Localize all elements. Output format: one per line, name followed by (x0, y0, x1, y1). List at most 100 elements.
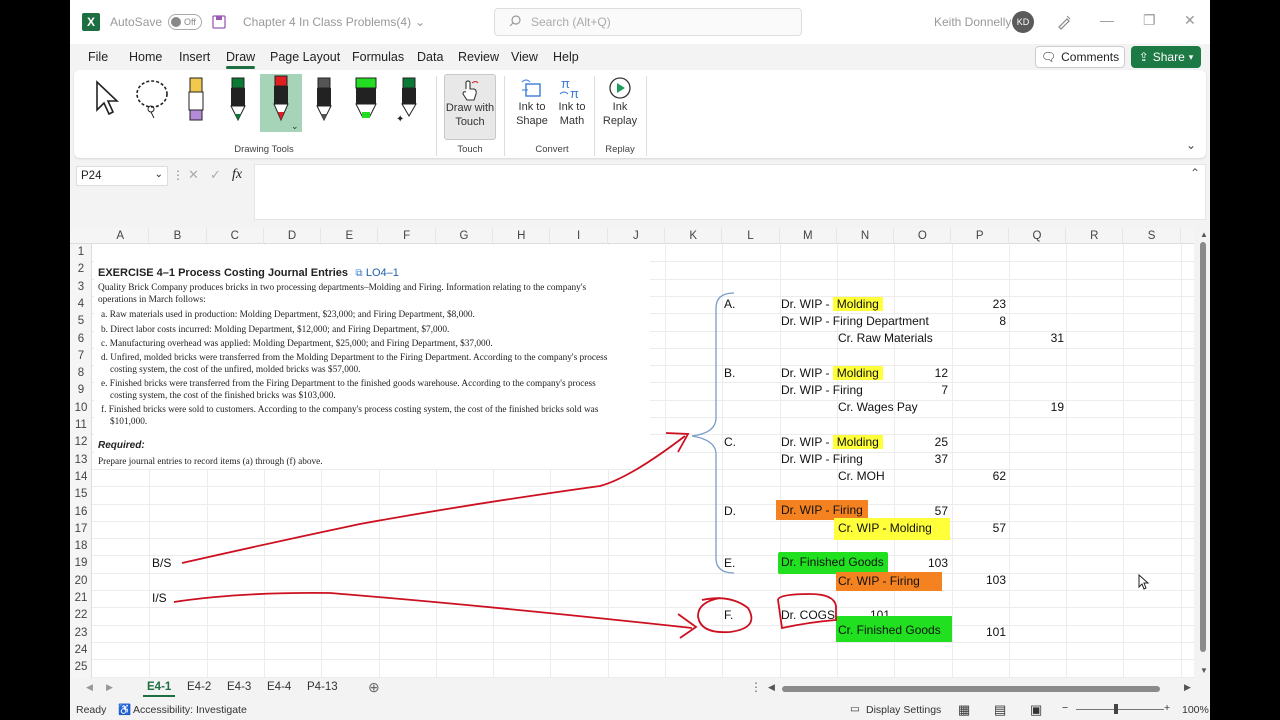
search-input[interactable]: Search (Alt+Q) (494, 8, 802, 36)
horizontal-scroll-thumb[interactable] (782, 686, 1160, 692)
display-settings-icon: ▭ (850, 703, 860, 715)
vertical-scrollbar[interactable]: ▲ ▼ (1194, 228, 1210, 678)
menu-home[interactable]: Home (129, 50, 162, 64)
menu-page-layout[interactable]: Page Layout (270, 50, 340, 64)
menu-view[interactable]: View (511, 50, 538, 64)
pen-green-icon[interactable] (224, 76, 252, 126)
comment-icon: 🗨 (1040, 50, 1057, 64)
autosave-state: Off (184, 17, 196, 27)
share-button[interactable]: ⇪ Share ▾ (1131, 46, 1201, 68)
add-sheet-icon[interactable]: ⊕ (368, 679, 380, 696)
menu-help[interactable]: Help (553, 50, 579, 64)
sheet-tab-e4-3[interactable]: E4-3 (227, 681, 251, 693)
ink-to-math-label-1: Ink to (558, 101, 586, 113)
display-settings-button[interactable]: Display Settings (866, 704, 941, 716)
zoom-in-icon[interactable]: + (1164, 702, 1170, 714)
worksheet-grid[interactable]: ABCDEFGHIJKLMNOPQRS 1 2 3 4 5 6 7 8 9 10 11 12 13 14 1… (70, 228, 1210, 678)
name-box[interactable]: P24 ⌄ (76, 166, 168, 186)
horizontal-scrollbar[interactable]: ◀ ▶ (768, 682, 1194, 696)
ink-replay-label-2: Replay (602, 115, 638, 127)
sheet-tab-p4-13[interactable]: P4-13 (307, 681, 338, 693)
ink-to-math-label-2: Math (559, 115, 585, 127)
mouse-cursor-icon (1138, 573, 1150, 593)
highlighter-green-icon[interactable] (350, 76, 378, 126)
collapse-formula-bar-icon[interactable]: ⌃ (1190, 166, 1200, 180)
group-label-drawing-tools: Drawing Tools (234, 144, 294, 155)
sheet-tab-e4-1[interactable]: E4-1 (142, 681, 176, 697)
group-label-replay: Replay (605, 144, 635, 155)
chevron-down-icon: ⌄ (154, 169, 163, 180)
autosave-toggle[interactable]: AutoSave Off (110, 0, 203, 44)
share-label: Share (1152, 50, 1185, 64)
pen-red-selected-icon[interactable]: ⌄ (260, 74, 302, 132)
menu-file[interactable]: File (88, 50, 108, 64)
save-icon[interactable] (212, 0, 226, 44)
scroll-tabs-left-icon[interactable]: ◀ (86, 682, 93, 693)
maximize-icon[interactable]: ❐ (1143, 12, 1156, 29)
name-box-value: P24 (81, 170, 102, 182)
comments-button[interactable]: 🗨 Comments (1035, 46, 1125, 68)
zoom-out-icon[interactable]: − (1062, 702, 1068, 714)
sheet-tab-e4-2[interactable]: E4-2 (187, 681, 211, 693)
accessibility-status[interactable]: Accessibility: Investigate (133, 704, 247, 716)
scroll-right-icon[interactable]: ▶ (1184, 682, 1191, 693)
touch-icon (460, 79, 480, 101)
scroll-down-icon[interactable]: ▼ (1200, 666, 1208, 675)
more-options-icon[interactable]: ⋮ (750, 680, 762, 694)
close-icon[interactable]: ✕ (1184, 12, 1196, 29)
sheet-tab-e4-4[interactable]: E4-4 (267, 681, 291, 693)
status-bar: Ready ♿ Accessibility: Investigate ▭ Dis… (70, 700, 1210, 720)
formula-input[interactable] (254, 164, 1206, 220)
ink-annotations (173, 292, 837, 639)
pencil-gray-icon[interactable] (310, 76, 338, 126)
zoom-level[interactable]: 100% (1182, 704, 1209, 716)
scroll-left-icon[interactable]: ◀ (768, 682, 775, 693)
normal-view-icon[interactable]: ▦ (958, 702, 970, 718)
zoom-slider-thumb[interactable] (1114, 704, 1118, 714)
autosave-label: AutoSave (110, 15, 163, 29)
highlighter-yellow-icon[interactable] (182, 76, 210, 126)
select-arrow-icon[interactable] (92, 78, 120, 128)
draw-with-touch-button[interactable]: Draw with Touch (444, 74, 496, 140)
document-title[interactable]: Chapter 4 In Class Problems(4) ⌄ (243, 0, 425, 44)
ink-replay-button[interactable]: Ink Replay (598, 76, 642, 128)
menu-draw[interactable]: Draw (226, 50, 256, 69)
scroll-up-icon[interactable]: ▲ (1200, 230, 1208, 239)
chevron-down-icon: ▾ (1188, 51, 1194, 62)
menu-insert[interactable]: Insert (179, 50, 210, 64)
menu-review[interactable]: Review (458, 50, 499, 64)
menu-data[interactable]: Data (417, 50, 443, 64)
avatar[interactable]: KD (1012, 0, 1034, 44)
menu-formulas[interactable]: Formulas (352, 50, 404, 64)
minimize-icon[interactable]: — (1100, 12, 1114, 28)
ribbon-separator (646, 76, 647, 156)
insert-function-button[interactable]: fx (232, 167, 242, 183)
excel-window: X AutoSave Off Chapter 4 In Class Proble… (70, 0, 1210, 720)
excel-logo: X (82, 0, 100, 44)
ribbon: ⌄ ✦ Drawing Tools Draw with Touch Touch … (74, 70, 1206, 158)
ink-to-shape-label-2: Shape (516, 115, 548, 127)
action-pen-icon[interactable]: ✦ (394, 76, 422, 126)
ribbon-separator (504, 76, 505, 156)
share-icon: ⇪ (1138, 50, 1149, 64)
ink-to-shape-button[interactable]: Ink to Shape (510, 76, 554, 128)
pen-icon[interactable] (1056, 0, 1072, 44)
autosave-switch[interactable]: Off (168, 14, 203, 30)
formula-bar: P24 ⌄ ⋮ ✕ ✓ fx ⌃ (74, 164, 1206, 222)
group-label-touch: Touch (457, 144, 483, 155)
more-options-icon[interactable]: ⋮ (172, 168, 184, 182)
search-placeholder: Search (Alt+Q) (531, 15, 611, 29)
page-layout-view-icon[interactable]: ▤ (994, 702, 1006, 718)
lasso-select-icon[interactable] (132, 76, 168, 126)
vertical-scroll-thumb[interactable] (1200, 242, 1206, 652)
ink-to-math-button[interactable]: ππ Ink to Math (550, 76, 594, 128)
collapse-ribbon-icon[interactable]: ⌄ (1186, 138, 1196, 152)
enter-icon[interactable]: ✓ (210, 167, 221, 183)
scroll-tabs-right-icon[interactable]: ▶ (106, 682, 113, 693)
is-arrow-ink (173, 592, 693, 629)
comments-label: Comments (1061, 50, 1120, 64)
page-break-view-icon[interactable]: ▣ (1030, 702, 1042, 718)
cancel-icon[interactable]: ✕ (188, 167, 199, 183)
zoom-slider[interactable] (1076, 709, 1164, 710)
ribbon-separator (436, 76, 437, 156)
